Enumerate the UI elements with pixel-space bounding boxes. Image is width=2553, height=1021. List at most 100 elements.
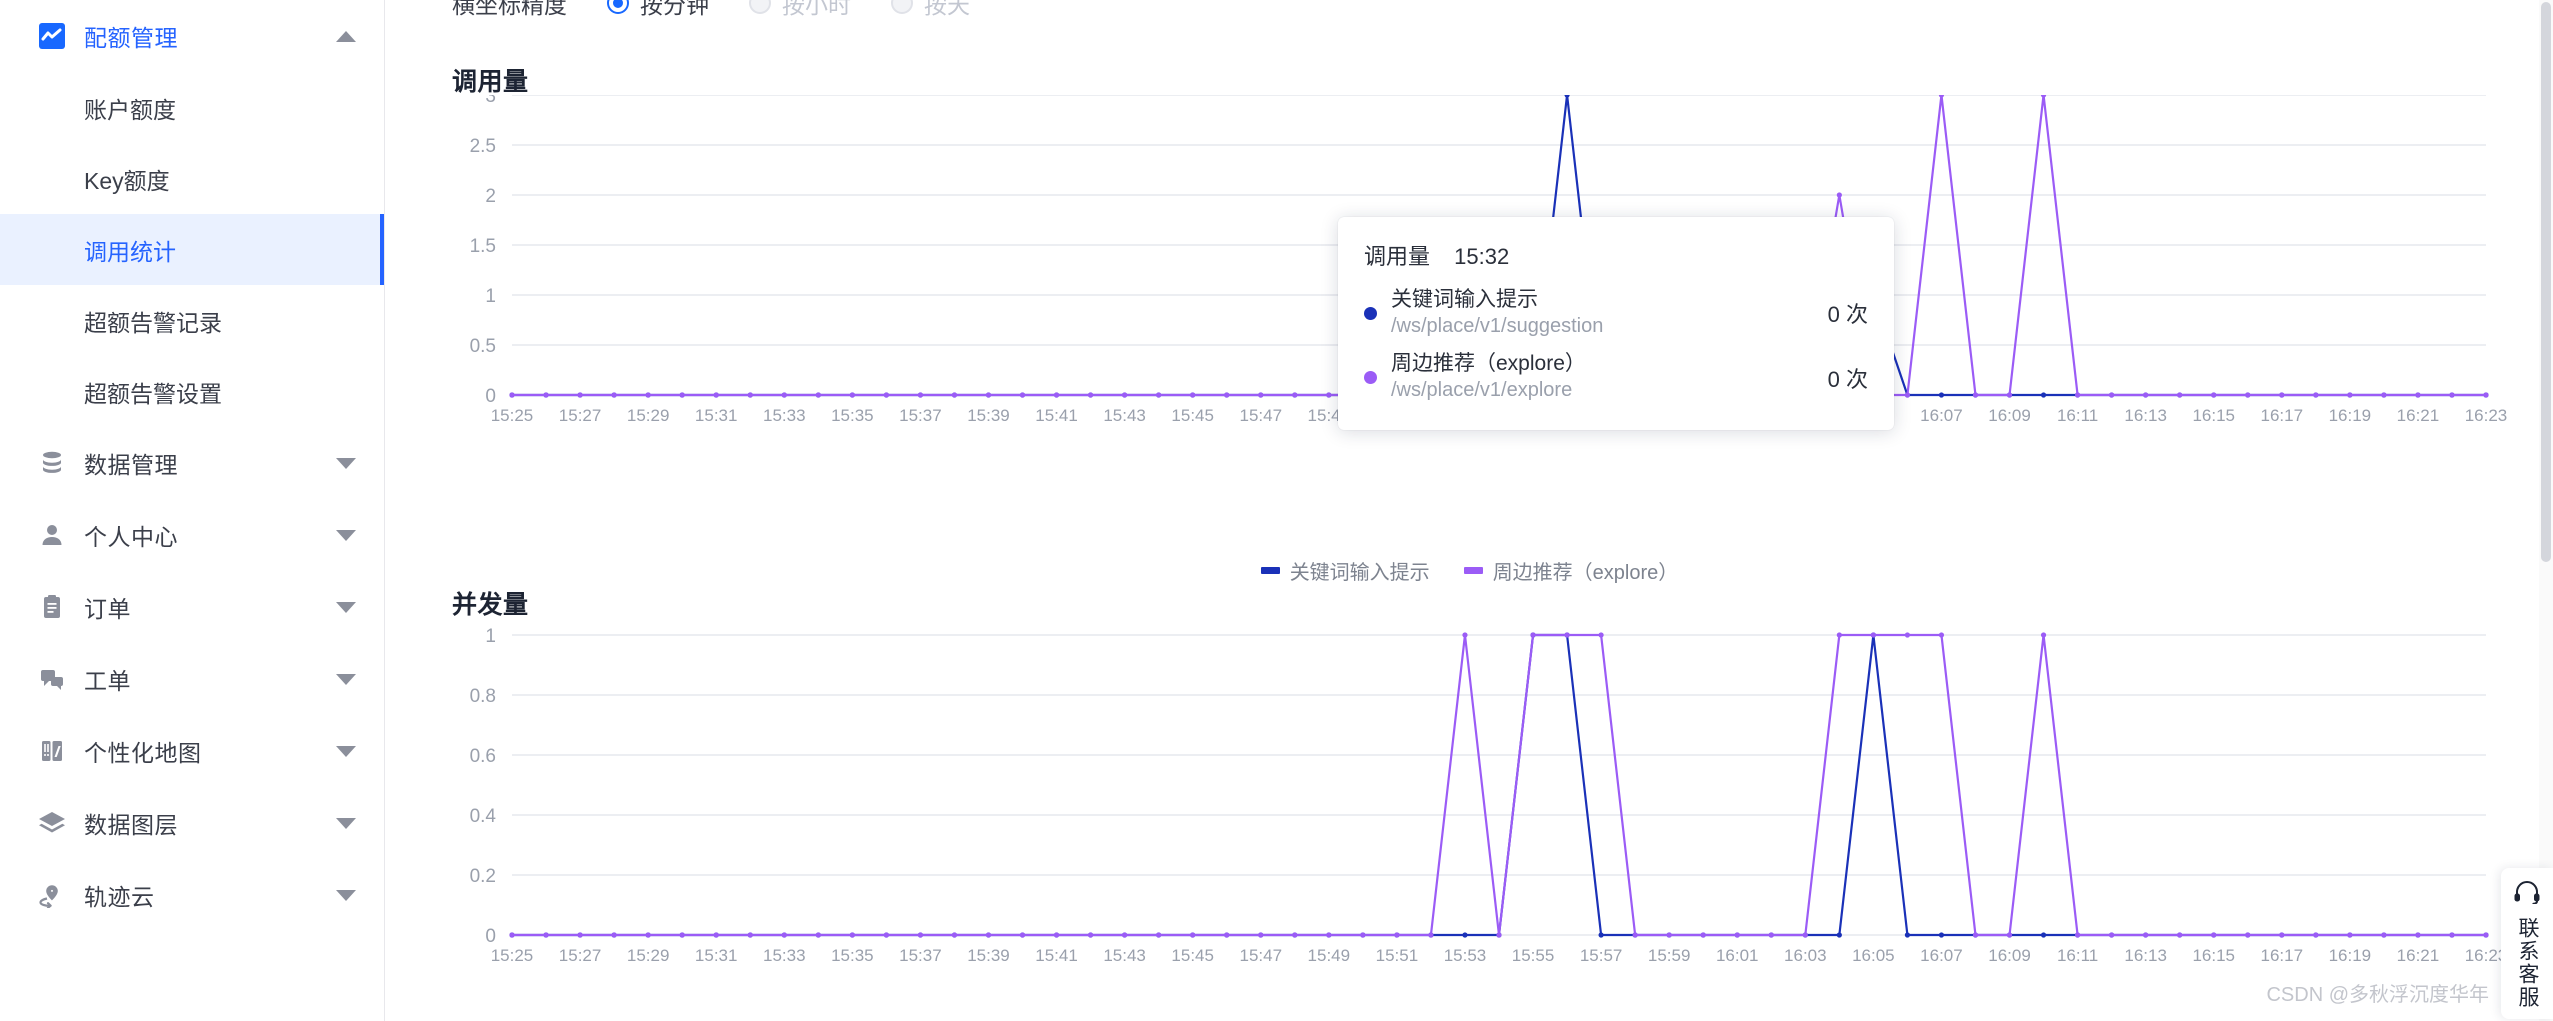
sidebar-group-tickets[interactable]: 工单 (0, 643, 384, 715)
sidebar-group-label: 个性化地图 (84, 740, 202, 766)
svg-text:16:15: 16:15 (2192, 406, 2235, 425)
radio-by-minute[interactable]: 按分钟 (607, 0, 709, 20)
tooltip-series-path: /ws/place/v1/explore (1391, 379, 1573, 402)
tooltip-series-dot-icon (1364, 306, 1377, 320)
svg-text:15:39: 15:39 (967, 946, 1010, 965)
svg-text:16:03: 16:03 (1784, 946, 1827, 965)
main-content: 横坐标精度 按分钟 按小时 按天 调用量 0 0.5 1 1.5 2 2.5 3 15:25 1… (386, 0, 2553, 1021)
tooltip-row: 周边推荐（explore） /ws/place/v1/explore 0 次 (1364, 351, 1868, 403)
svg-text:2.5: 2.5 (470, 136, 496, 157)
chevron-down-icon (336, 817, 356, 829)
svg-text:2: 2 (485, 186, 496, 207)
sidebar-item-key-quota[interactable]: Key额度 (0, 143, 384, 214)
legend-item-explore[interactable]: 周边推荐（explore） (1463, 556, 1679, 585)
svg-text:16:17: 16:17 (2261, 946, 2304, 965)
svg-text:15:27: 15:27 (559, 946, 602, 965)
svg-text:15:49: 15:49 (1308, 946, 1351, 965)
sidebar-group-personal-center[interactable]: 个人中心 (0, 499, 384, 571)
chart-line-icon (38, 22, 66, 50)
radio-by-day[interactable]: 按天 (891, 0, 970, 20)
chart-tooltip: 调用量 15:32 关键词输入提示 /ws/place/v1/suggestio… (1338, 217, 1894, 430)
svg-text:15:37: 15:37 (899, 946, 942, 965)
chevron-down-icon (336, 889, 356, 901)
svg-text:16:11: 16:11 (2057, 406, 2098, 425)
svg-text:16:13: 16:13 (2124, 946, 2167, 965)
user-icon (38, 521, 66, 549)
tooltip-series-name: 关键词输入提示 (1391, 288, 1538, 311)
svg-text:16:15: 16:15 (2192, 946, 2235, 965)
app-root: 配额管理 账户额度 Key额度 调用统计 超额告警记录 超额告警设置 数据管理 (0, 0, 2553, 1021)
radio-dot-icon (891, 0, 913, 14)
svg-text:15:43: 15:43 (1103, 406, 1146, 425)
svg-text:15:53: 15:53 (1444, 946, 1487, 965)
svg-text:16:23: 16:23 (2465, 406, 2508, 425)
sidebar-group-data-management[interactable]: 数据管理 (0, 427, 384, 499)
svg-text:15:31: 15:31 (695, 406, 738, 425)
sidebar-group-orders[interactable]: 订单 (0, 571, 384, 643)
radio-by-hour[interactable]: 按小时 (749, 0, 851, 20)
headset-icon (2513, 880, 2541, 909)
sidebar-group-label: 配额管理 (84, 25, 178, 51)
svg-text:1: 1 (485, 626, 496, 647)
sidebar-item-account-quota[interactable]: 账户额度 (0, 72, 384, 143)
chevron-down-icon (336, 457, 356, 469)
svg-text:0: 0 (485, 926, 496, 947)
chart-title-call-volume: 调用量 (452, 68, 529, 96)
svg-text:15:33: 15:33 (763, 946, 806, 965)
svg-text:15:51: 15:51 (1376, 946, 1419, 965)
legend-swatch-icon (1260, 567, 1280, 574)
chevron-up-icon (336, 30, 356, 42)
tooltip-row: 关键词输入提示 /ws/place/v1/suggestion 0 次 (1364, 287, 1868, 339)
sidebar-group-quota[interactable]: 配额管理 (0, 0, 384, 72)
svg-text:15:43: 15:43 (1103, 946, 1146, 965)
svg-text:15:37: 15:37 (899, 406, 942, 425)
svg-text:16:09: 16:09 (1988, 946, 2031, 965)
tooltip-time: 15:32 (1454, 244, 1510, 269)
sidebar-group-custom-map[interactable]: 个性化地图 (0, 715, 384, 787)
svg-text:1: 1 (485, 286, 496, 307)
radio-label: 按天 (924, 0, 970, 18)
legend-label: 关键词输入提示 (1289, 562, 1430, 584)
tooltip-series-value: 0 次 (1827, 366, 1868, 392)
svg-text:16:09: 16:09 (1988, 406, 2031, 425)
svg-text:16:21: 16:21 (2397, 946, 2440, 965)
radio-dot-icon (749, 0, 771, 14)
svg-text:16:07: 16:07 (1920, 946, 1963, 965)
chevron-down-icon (336, 529, 356, 541)
svg-text:16:07: 16:07 (1920, 406, 1963, 425)
watermark: CSDN @多秋浮沉度华年 (2266, 984, 2489, 1006)
svg-text:0.2: 0.2 (470, 866, 496, 887)
page-scrollbar-thumb[interactable] (2541, 2, 2551, 562)
sidebar-item-label: Key额度 (84, 167, 170, 194)
sidebar-item-call-statistics[interactable]: 调用统计 (0, 214, 384, 285)
svg-text:15:31: 15:31 (695, 946, 738, 965)
svg-text:15:59: 15:59 (1648, 946, 1691, 965)
svg-text:15:47: 15:47 (1239, 406, 1282, 425)
radio-label: 按小时 (782, 0, 851, 18)
svg-text:16:17: 16:17 (2261, 406, 2304, 425)
tickets-icon (38, 665, 66, 693)
sidebar-item-overage-alert-settings[interactable]: 超额告警设置 (0, 356, 384, 427)
svg-text:16:13: 16:13 (2124, 406, 2167, 425)
svg-text:15:57: 15:57 (1580, 946, 1623, 965)
legend-item-suggestion[interactable]: 关键词输入提示 (1260, 556, 1430, 585)
svg-text:15:25: 15:25 (491, 946, 534, 965)
sidebar-group-track-cloud[interactable]: 轨迹云 (0, 859, 384, 931)
sidebar-group-label: 数据管理 (84, 452, 178, 478)
chart-concurrency[interactable]: 0 0.2 0.4 0.6 0.8 1 15:25 15:27 15:29 15:31 15:33 1… (386, 620, 2553, 1021)
legend-label: 周边推荐（explore） (1492, 562, 1679, 584)
svg-text:15:35: 15:35 (831, 946, 874, 965)
svg-text:16:21: 16:21 (2397, 406, 2440, 425)
sidebar-group-data-layers[interactable]: 数据图层 (0, 787, 384, 859)
contact-service-widget[interactable]: 联系客服 (2501, 868, 2553, 1019)
sidebar-item-label: 超额告警记录 (84, 309, 222, 336)
svg-text:15:55: 15:55 (1512, 946, 1555, 965)
svg-text:15:45: 15:45 (1171, 946, 1214, 965)
sidebar-item-overage-alert-records[interactable]: 超额告警记录 (0, 285, 384, 356)
svg-text:15:29: 15:29 (627, 406, 670, 425)
sidebar-item-label: 账户额度 (84, 96, 176, 123)
svg-text:0.5: 0.5 (470, 336, 496, 357)
contact-service-label: 联系客服 (2516, 917, 2540, 1009)
layers-icon (38, 809, 66, 837)
svg-text:1.5: 1.5 (470, 236, 496, 257)
